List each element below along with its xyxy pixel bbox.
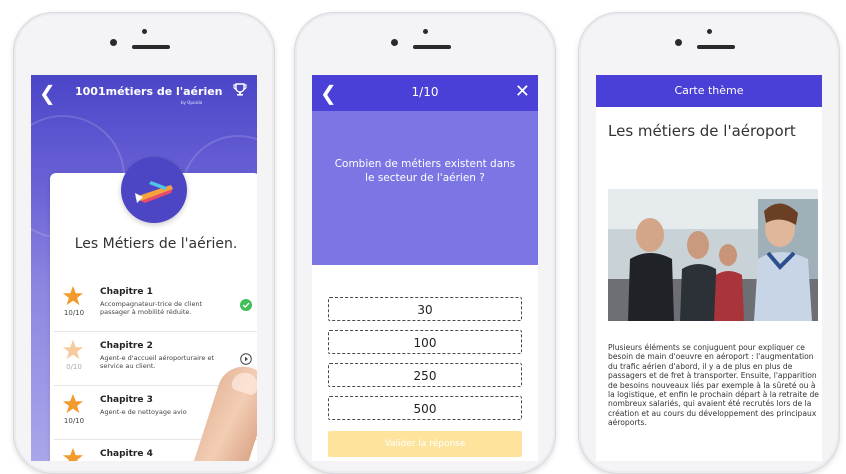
chapter-score: 10/10 xyxy=(63,417,85,425)
theme-card-screen: Carte thème Les métiers de l'aéroport Pl… xyxy=(596,75,822,461)
speaker-grille xyxy=(132,45,170,49)
airport-staff-photo xyxy=(608,189,818,321)
question-counter: 1/10 xyxy=(411,85,439,99)
phone-frame-theme-card: Carte thème Les métiers de l'aéroport Pl… xyxy=(578,12,840,474)
question-panel: Combien de métiers existent dans le sect… xyxy=(312,111,538,265)
star-icon xyxy=(62,393,84,414)
front-camera xyxy=(675,39,682,46)
answer-option[interactable]: 30 xyxy=(328,297,522,321)
chapter-title: Chapitre 1 xyxy=(100,287,153,297)
theme-card-header: Carte thème xyxy=(596,75,822,107)
article-body: Plusieurs éléments se conjuguent pour ex… xyxy=(608,343,819,428)
theme-title: Les Métiers de l'aérien. xyxy=(74,236,238,252)
app-logo-byline: by Opcalia xyxy=(181,100,203,105)
article-heading: Les métiers de l'aéroport xyxy=(608,122,796,140)
trophy-icon[interactable] xyxy=(233,83,247,97)
chapter-description: Agent-e d'accueil aéroporturaire et serv… xyxy=(100,354,215,370)
chapter-title: Chapitre 4 xyxy=(100,449,153,459)
speaker-grille xyxy=(413,45,451,49)
star-icon xyxy=(62,339,84,360)
chapter-score: 10/10 xyxy=(63,309,85,317)
check-circle-icon xyxy=(240,299,252,311)
front-camera xyxy=(110,39,117,46)
star-icon xyxy=(62,285,84,306)
header-title: Carte thème xyxy=(674,84,744,97)
close-icon[interactable]: ✕ xyxy=(515,81,530,102)
airplane-tail-icon xyxy=(135,181,173,203)
camera-dot xyxy=(142,29,147,34)
quiz-screen: ❮ 1/10 ✕ Combien de métiers existent dan… xyxy=(312,75,538,461)
phone-frame-quiz: ❮ 1/10 ✕ Combien de métiers existent dan… xyxy=(294,12,556,474)
back-chevron-icon[interactable]: ❮ xyxy=(39,81,56,105)
question-text: Combien de métiers existent dans le sect… xyxy=(334,158,516,184)
chapter-description: Agent-e de nettoyage avio xyxy=(100,408,187,416)
chapter-score: 0/10 xyxy=(66,363,82,371)
chapters-screen: ❮ 1001métiers de l'aérien by Opcalia Les… xyxy=(31,75,257,461)
camera-dot xyxy=(707,29,712,34)
theme-badge xyxy=(121,157,187,223)
app-logo: 1001métiers de l'aérien xyxy=(75,85,223,98)
chapter-title: Chapitre 2 xyxy=(100,341,153,351)
validate-answer-button[interactable]: Valider la réponse xyxy=(328,431,522,457)
photo-illustration xyxy=(608,189,818,321)
phone-frame-chapters: ❮ 1001métiers de l'aérien by Opcalia Les… xyxy=(13,12,275,474)
chapter-item-1[interactable]: 10/10 Chapitre 1 Accompagnateur-trice de… xyxy=(54,283,257,333)
quiz-header: ❮ 1/10 ✕ xyxy=(312,75,538,111)
answer-option[interactable]: 500 xyxy=(328,396,522,420)
app-header: ❮ 1001métiers de l'aérien by Opcalia xyxy=(31,75,257,111)
speaker-grille xyxy=(697,45,735,49)
divider xyxy=(54,331,257,332)
star-icon xyxy=(62,447,84,461)
chapter-description: Accompagnateur-trice de client passager … xyxy=(100,300,203,316)
answer-option[interactable]: 250 xyxy=(328,363,522,387)
play-circle-icon[interactable] xyxy=(240,353,252,365)
answer-option[interactable]: 100 xyxy=(328,330,522,354)
chapter-title: Chapitre 3 xyxy=(100,395,153,405)
camera-dot xyxy=(423,29,428,34)
front-camera xyxy=(391,39,398,46)
